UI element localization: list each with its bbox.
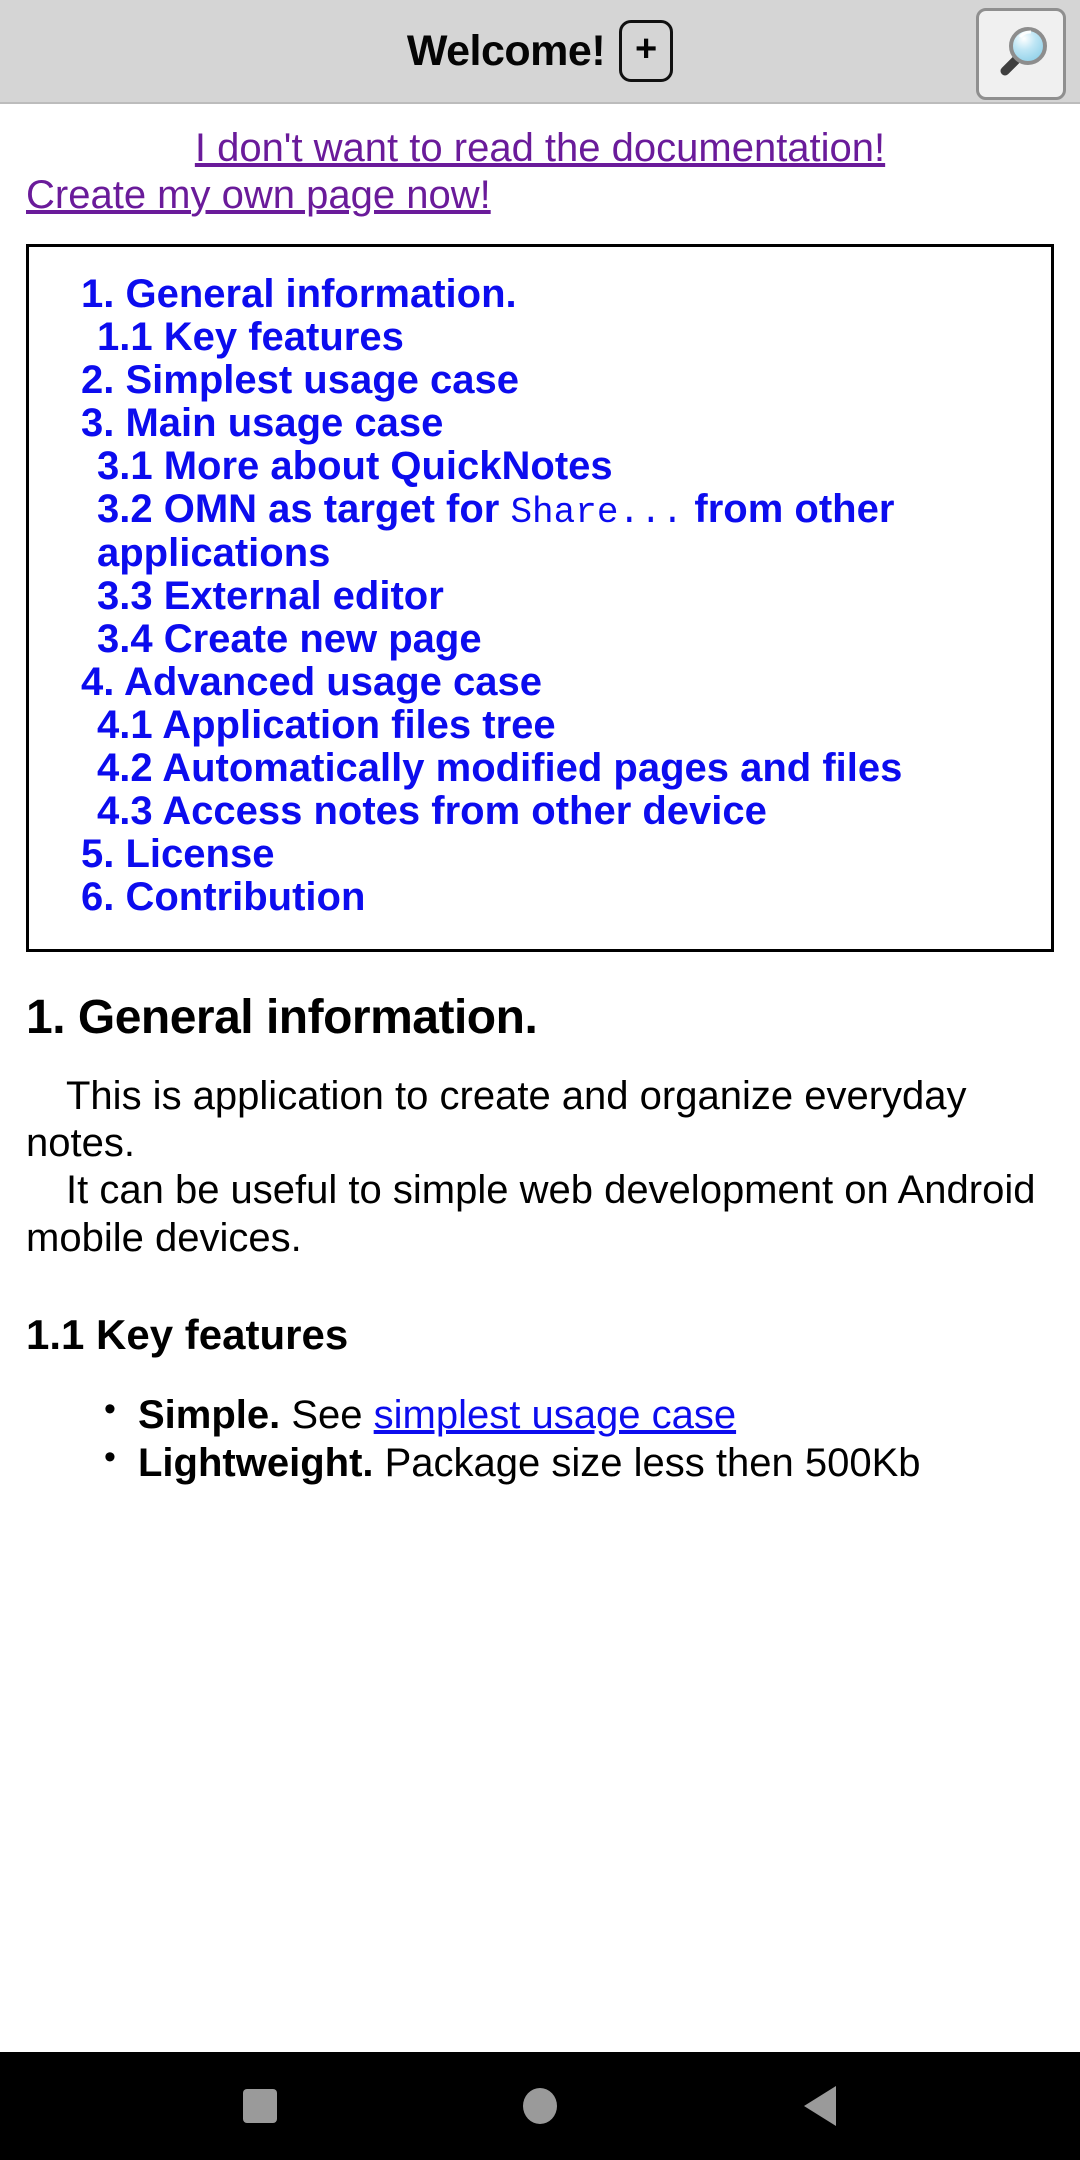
heading-general-information: 1. General information. [26, 991, 538, 1045]
link-skip-documentation[interactable]: I don't want to read the documentation! [195, 126, 885, 170]
add-tab-button[interactable]: + [619, 20, 674, 82]
paragraph-intro-line1: This is application to create and organi… [26, 1074, 967, 1166]
toc-item-3-3[interactable]: 3.3 External editor [97, 575, 1033, 618]
paragraph-intro-line2: It can be useful to simple web developme… [26, 1168, 1036, 1260]
feature-list: Simple. See simplest usage case Lightwei… [26, 1390, 1054, 1487]
document-content: I don't want to read the documentation! … [0, 104, 1080, 1487]
search-magnifier-icon [1000, 27, 1047, 76]
link-create-own-page[interactable]: Create my own page now! [26, 173, 491, 217]
app-bar: Welcome! + [0, 0, 1080, 104]
intro-links: I don't want to read the documentation! … [26, 104, 1054, 218]
back-triangle-icon [804, 2086, 836, 2126]
feature-term-simple: Simple. [138, 1393, 281, 1438]
toc-item-3-1[interactable]: 3.1 More about QuickNotes [97, 444, 1033, 488]
toc-item-3-4[interactable]: 3.4 Create new page [97, 618, 1033, 661]
toc-item-1-1[interactable]: 1.1 Key features [97, 315, 1033, 359]
paragraph-intro: This is application to create and organi… [26, 1073, 1054, 1262]
toc-item-4-3[interactable]: 4.3 Access notes from other device [97, 790, 1033, 833]
link-simplest-usage-case[interactable]: simplest usage case [374, 1393, 736, 1437]
feature-text-lightweight: Package size less then 500Kb [373, 1441, 921, 1486]
list-item: Simple. See simplest usage case [104, 1390, 1054, 1438]
link-no-docs-row: I don't want to read the documentation! [26, 126, 1054, 171]
feature-term-lightweight: Lightweight. [138, 1441, 374, 1486]
toc-item-6[interactable]: 6. Contribution [81, 876, 1033, 919]
toc-item-3-2-code: Share... [510, 491, 684, 533]
toc-item-3-2[interactable]: 3.2 OMN as target for Share... from othe… [97, 486, 1033, 576]
link-create-page-row: Create my own page now! [26, 173, 1054, 218]
toc-item-2[interactable]: 2. Simplest usage case [81, 358, 1033, 402]
heading-key-features: 1.1 Key features [26, 1310, 349, 1358]
page-title: Welcome! [406, 26, 606, 75]
recents-square-icon [243, 2089, 277, 2123]
toc-item-4-1[interactable]: 4.1 Application files tree [97, 704, 1033, 747]
app-screen: Welcome! + I don't want to read the docu… [0, 0, 1080, 2160]
toc-item-4[interactable]: 4. Advanced usage case [81, 661, 1033, 704]
title-group: Welcome! + [406, 20, 674, 82]
android-navigation-bar [0, 2052, 1080, 2160]
nav-home-button[interactable] [480, 2052, 600, 2160]
toc-item-1[interactable]: 1. General information. [81, 272, 1033, 316]
table-of-contents: 1. General information. 1.1 Key features… [26, 243, 1054, 953]
search-button[interactable] [976, 8, 1066, 100]
toc-item-5[interactable]: 5. License [81, 833, 1033, 876]
toc-item-4-2[interactable]: 4.2 Automatically modified pages and fil… [97, 747, 1033, 790]
feature-text-simple: See [280, 1393, 374, 1438]
toc-item-3-2-prefix: 3.2 OMN as target for [97, 486, 511, 531]
list-item: Lightweight. Package size less then 500K… [104, 1438, 1054, 1486]
toc-item-3[interactable]: 3. Main usage case [81, 401, 1033, 445]
home-circle-icon [523, 2088, 557, 2124]
nav-back-button[interactable] [760, 2052, 880, 2160]
nav-recents-button[interactable] [200, 2052, 320, 2160]
